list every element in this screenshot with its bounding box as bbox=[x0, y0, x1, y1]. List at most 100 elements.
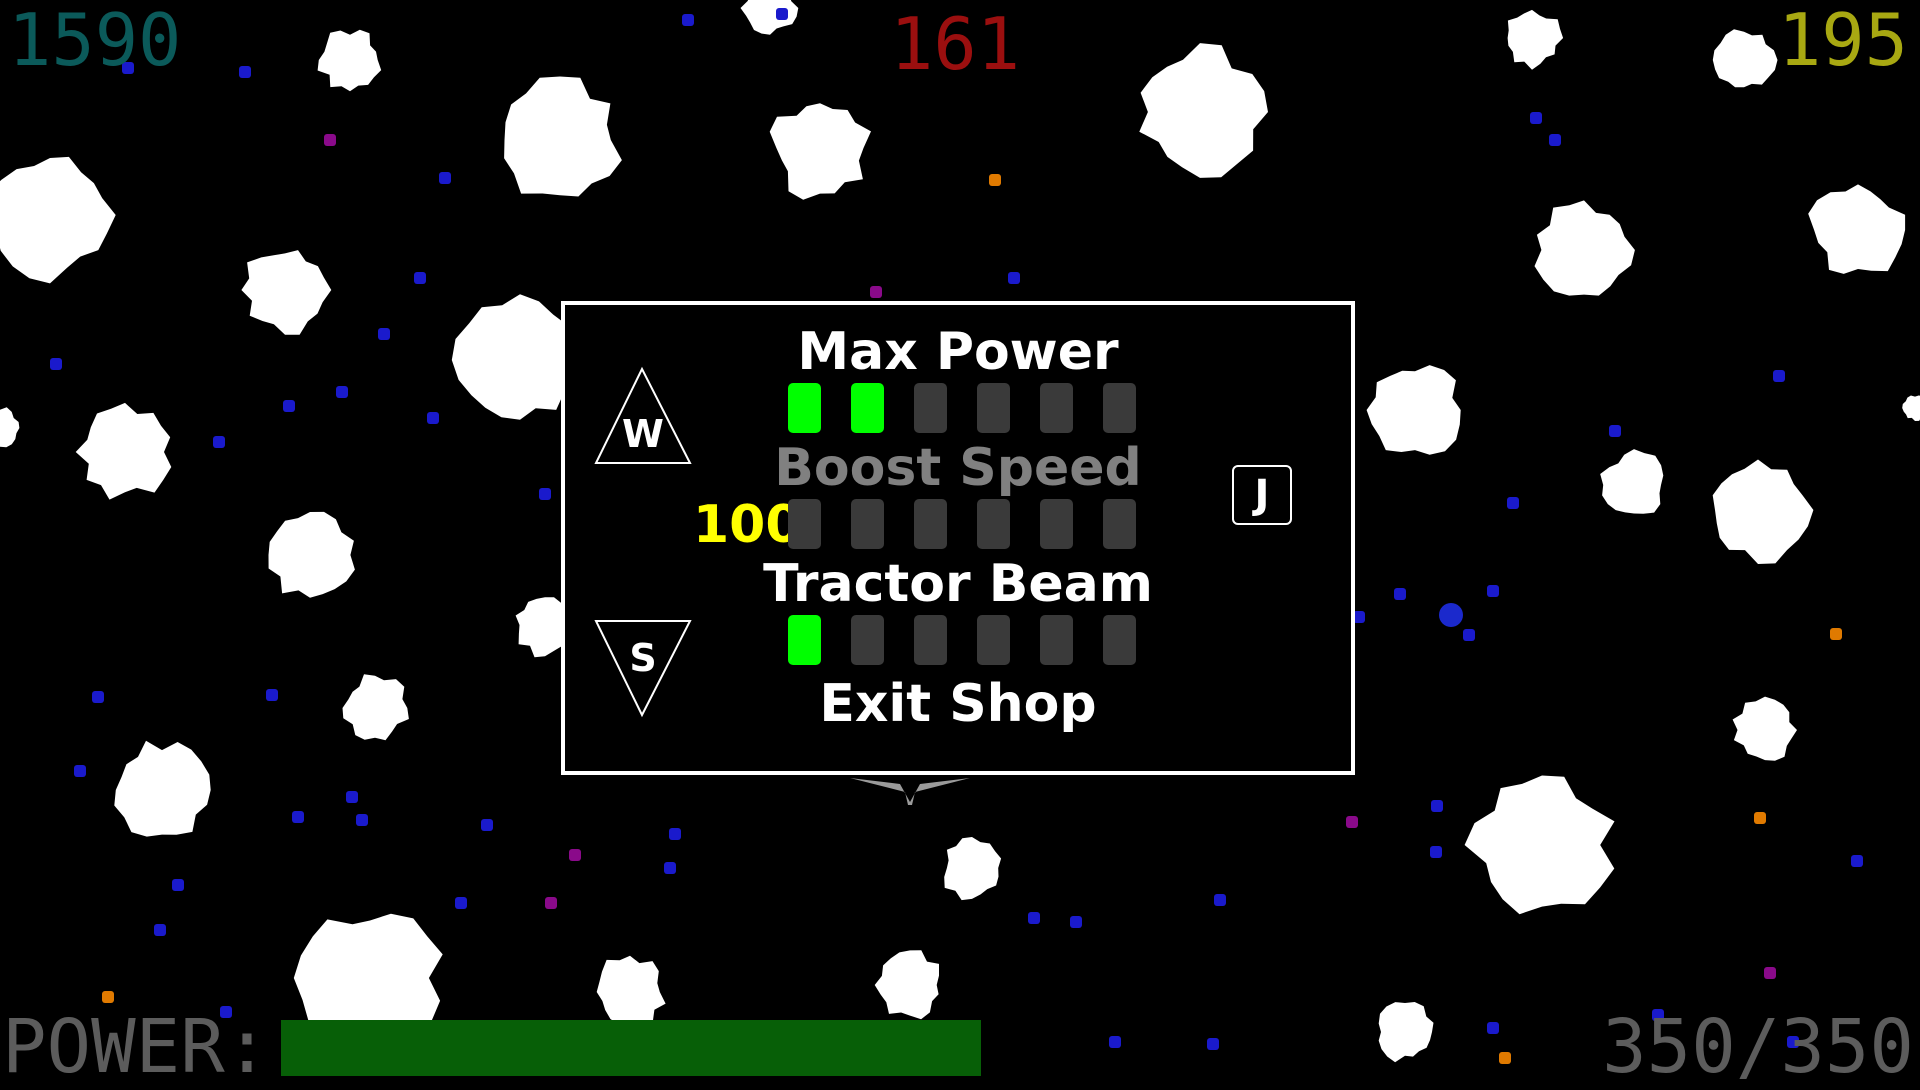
shop-option-tractor-beam[interactable]: Tractor Beam bbox=[565, 554, 1351, 614]
asteroid-icon bbox=[504, 76, 622, 197]
debris-particle-icon bbox=[1008, 272, 1020, 284]
debris-particle-icon bbox=[776, 8, 788, 20]
debris-particle-icon bbox=[1499, 1052, 1511, 1064]
debris-particle-icon bbox=[1609, 425, 1621, 437]
confirm-key-button[interactable]: J bbox=[1232, 465, 1292, 525]
asteroid-icon bbox=[0, 407, 20, 448]
asteroid-icon bbox=[75, 402, 172, 500]
debris-particle-icon bbox=[1530, 112, 1542, 124]
debris-particle-icon bbox=[292, 811, 304, 823]
asteroid-icon bbox=[740, 0, 799, 35]
debris-particle-icon bbox=[1507, 497, 1519, 509]
debris-particle-icon bbox=[682, 14, 694, 26]
level-pip-filled bbox=[851, 383, 884, 433]
asteroid-icon bbox=[1808, 184, 1906, 274]
power-bar-fill bbox=[281, 1020, 981, 1076]
tractor-beam-level-pips bbox=[788, 615, 1136, 665]
debris-particle-icon bbox=[378, 328, 390, 340]
asteroid-icon bbox=[769, 103, 871, 200]
debris-particle-icon bbox=[1851, 855, 1863, 867]
asteroid-icon bbox=[114, 740, 211, 837]
debris-particle-icon bbox=[92, 691, 104, 703]
debris-particle-icon bbox=[427, 412, 439, 424]
level-pip-empty bbox=[914, 615, 947, 665]
debris-particle-icon bbox=[481, 819, 493, 831]
debris-particle-icon bbox=[664, 862, 676, 874]
asteroid-icon bbox=[1366, 365, 1461, 455]
level-pip-empty bbox=[1040, 615, 1073, 665]
debris-particle-icon bbox=[1431, 800, 1443, 812]
max-power-level-pips bbox=[788, 383, 1136, 433]
player-ship-icon bbox=[850, 778, 970, 805]
debris-particle-icon bbox=[1773, 370, 1785, 382]
asteroid-icon bbox=[1464, 775, 1615, 915]
level-pip-empty bbox=[1103, 383, 1136, 433]
debris-particle-icon bbox=[1830, 628, 1842, 640]
debris-particle-icon bbox=[1549, 134, 1561, 146]
debris-particle-icon bbox=[356, 814, 368, 826]
debris-particle-icon bbox=[1214, 894, 1226, 906]
debris-particle-icon bbox=[346, 791, 358, 803]
asteroid-icon bbox=[0, 156, 116, 284]
power-label: POWER: bbox=[2, 1004, 270, 1090]
debris-particle-icon bbox=[1394, 588, 1406, 600]
glowing-particle-icon bbox=[1439, 603, 1463, 627]
asteroid-icon bbox=[1139, 43, 1268, 178]
level-pip-empty bbox=[914, 499, 947, 549]
timer-counter: 161 bbox=[890, 2, 1021, 86]
asteroid-icon bbox=[874, 950, 939, 1020]
asteroid-icon bbox=[1902, 395, 1920, 421]
debris-particle-icon bbox=[414, 272, 426, 284]
asteroid-icon bbox=[1600, 449, 1664, 514]
debris-particle-icon bbox=[539, 488, 551, 500]
debris-particle-icon bbox=[870, 286, 882, 298]
asteroid-icon bbox=[1378, 1002, 1434, 1063]
debris-particle-icon bbox=[74, 765, 86, 777]
debris-particle-icon bbox=[1754, 812, 1766, 824]
debris-particle-icon bbox=[102, 991, 114, 1003]
power-readout: 350/350 bbox=[1602, 1004, 1914, 1090]
debris-particle-icon bbox=[1207, 1038, 1219, 1050]
level-pip-empty bbox=[851, 499, 884, 549]
debris-particle-icon bbox=[50, 358, 62, 370]
asteroid-icon bbox=[241, 250, 332, 335]
debris-particle-icon bbox=[455, 897, 467, 909]
debris-particle-icon bbox=[569, 849, 581, 861]
level-pip-empty bbox=[977, 383, 1010, 433]
debris-particle-icon bbox=[172, 879, 184, 891]
debris-particle-icon bbox=[266, 689, 278, 701]
debris-particle-icon bbox=[989, 174, 1001, 186]
coin-counter: 195 bbox=[1777, 0, 1908, 82]
debris-particle-icon bbox=[439, 172, 451, 184]
level-pip-empty bbox=[788, 499, 821, 549]
shop-dialog: W S Max Power 100 Boost Speed Tractor Be… bbox=[561, 301, 1355, 775]
asteroid-icon bbox=[1534, 200, 1635, 296]
debris-particle-icon bbox=[213, 436, 225, 448]
debris-particle-icon bbox=[336, 386, 348, 398]
debris-particle-icon bbox=[1346, 816, 1358, 828]
asteroid-icon bbox=[944, 837, 1002, 901]
debris-particle-icon bbox=[239, 66, 251, 78]
shop-option-max-power[interactable]: Max Power bbox=[565, 322, 1351, 382]
level-pip-filled bbox=[788, 383, 821, 433]
exit-shop-button[interactable]: Exit Shop bbox=[565, 674, 1351, 734]
asteroid-icon bbox=[1732, 696, 1797, 761]
level-pip-empty bbox=[914, 383, 947, 433]
asteroid-icon bbox=[1712, 29, 1778, 88]
debris-particle-icon bbox=[1028, 912, 1040, 924]
debris-particle-icon bbox=[1070, 916, 1082, 928]
power-bar bbox=[281, 1020, 981, 1076]
level-pip-empty bbox=[1103, 615, 1136, 665]
debris-particle-icon bbox=[154, 924, 166, 936]
debris-particle-icon bbox=[1463, 629, 1475, 641]
level-pip-empty bbox=[1040, 383, 1073, 433]
debris-particle-icon bbox=[1487, 585, 1499, 597]
debris-particle-icon bbox=[669, 828, 681, 840]
asteroid-icon bbox=[1712, 459, 1814, 564]
boost-speed-level-pips bbox=[788, 499, 1136, 549]
asteroid-icon bbox=[317, 29, 382, 92]
level-pip-empty bbox=[977, 615, 1010, 665]
level-pip-empty bbox=[977, 499, 1010, 549]
debris-particle-icon bbox=[1430, 846, 1442, 858]
upgrade-cost: 100 bbox=[693, 495, 802, 555]
